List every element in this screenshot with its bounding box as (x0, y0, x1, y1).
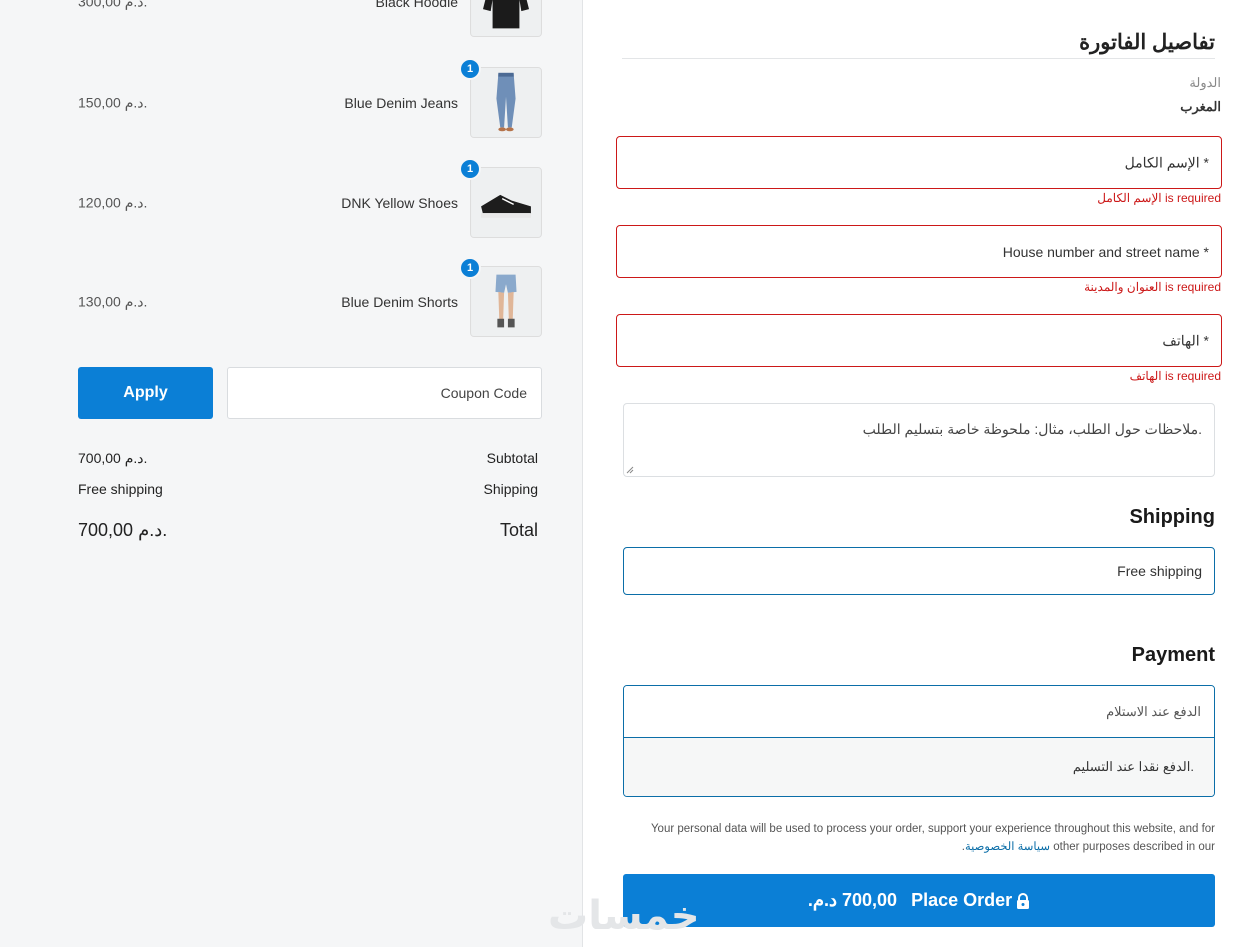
payment-description-text: الدفع نقدا عند التسليم. (1072, 759, 1194, 774)
phone-field[interactable]: الهاتف * (616, 314, 1222, 367)
item-name: Blue Denim Jeans (344, 95, 458, 111)
country-label: الدولة (1189, 75, 1221, 90)
item-price: 120,00 د.م. (78, 194, 148, 211)
full-name-placeholder: الإسم الكامل * (1124, 154, 1209, 170)
order-summary-panel: 300,00 د.م. Black Hoodie 150,00 د.م. Blu… (0, 0, 583, 947)
item-name: Black Hoodie (375, 0, 459, 10)
order-item: 130,00 د.م. Blue Denim Shorts 1 (78, 257, 542, 338)
apply-coupon-button[interactable]: Apply (78, 367, 213, 419)
order-amount: 700,00 د.م. (807, 890, 898, 910)
country-value: المغرب (1180, 99, 1221, 114)
item-price: 150,00 د.م. (78, 94, 148, 111)
shipping-method-option[interactable]: Free shipping (623, 547, 1215, 595)
privacy-line-2: .سياسة الخصوصية other purposes described… (623, 838, 1215, 856)
privacy-policy-link[interactable]: سياسة الخصوصية (965, 841, 1050, 853)
place-order-button[interactable]: 700,00 د.م. Place Order (623, 874, 1215, 927)
street-placeholder: House number and street name * (1002, 243, 1209, 260)
full-name-field[interactable]: الإسم الكامل * (616, 136, 1222, 189)
item-image-shoes (470, 167, 542, 238)
phone-error: الهاتف is required (1129, 369, 1221, 383)
item-image-jeans (470, 67, 542, 138)
shipping-label: Shipping (483, 481, 539, 497)
total-label: Total (499, 520, 538, 540)
payment-method-cod[interactable]: الدفع عند الاستلام (624, 686, 1214, 738)
privacy-notice: Your personal data will be used to proce… (623, 820, 1215, 856)
item-image-black-hoodie (470, 0, 542, 37)
checkout-form-panel: تفاصيل الفاتورة الدولة المغرب الإسم الكا… (583, 0, 1252, 947)
privacy-line-1: Your personal data will be used to proce… (650, 823, 1215, 835)
order-item: 120,00 د.م. DNK Yellow Shoes 1 (78, 158, 542, 239)
order-notes-textarea[interactable]: ملاحظات حول الطلب، مثال: ملحوظة خاصة بتس… (623, 403, 1215, 477)
quantity-badge: 1 (459, 158, 481, 180)
street-error: العنوان والمدينة is required (1084, 280, 1221, 294)
shipping-value: Free shipping (78, 481, 163, 497)
subtotal-label: Subtotal (486, 450, 538, 466)
payment-methods: الدفع عند الاستلام الدفع نقدا عند التسلي… (623, 685, 1215, 797)
quantity-badge: 1 (459, 58, 481, 80)
item-price: 130,00 د.م. (78, 293, 148, 310)
shipping-method-label: Free shipping (1117, 563, 1202, 579)
billing-title: تفاصيل الفاتورة (1079, 31, 1215, 54)
total-value: 700,00 د.م. (78, 520, 168, 540)
order-item: 300,00 د.م. Black Hoodie (78, 0, 542, 38)
full-name-error: الإسم الكامل is required (1097, 191, 1221, 205)
quantity-badge: 1 (459, 257, 481, 279)
shipping-title: Shipping (1129, 506, 1215, 528)
place-order-label: Place Order (911, 890, 1013, 910)
watermark-logo: خمسات (548, 893, 700, 939)
lock-icon (1017, 892, 1030, 909)
payment-title: Payment (1131, 644, 1215, 666)
payment-description: الدفع نقدا عند التسليم. (624, 738, 1214, 796)
street-address-field[interactable]: House number and street name * (616, 225, 1222, 278)
privacy-text: other purposes described in our (1053, 841, 1215, 853)
subtotal-value: 700,00 د.م. (78, 450, 148, 466)
notes-placeholder: ملاحظات حول الطلب، مثال: ملحوظة خاصة بتس… (862, 421, 1202, 437)
resize-grip-icon[interactable] (626, 466, 634, 474)
coupon-code-input[interactable] (227, 367, 542, 419)
item-price: 300,00 د.م. (78, 0, 148, 10)
payment-method-label: الدفع عند الاستلام (1106, 703, 1201, 719)
item-image-shorts (470, 266, 542, 337)
phone-placeholder: الهاتف * (1162, 332, 1209, 348)
item-name: Blue Denim Shorts (341, 294, 458, 310)
item-name: DNK Yellow Shoes (341, 195, 458, 211)
divider (622, 58, 1215, 59)
order-item: 150,00 د.م. Blue Denim Jeans 1 (78, 58, 542, 139)
